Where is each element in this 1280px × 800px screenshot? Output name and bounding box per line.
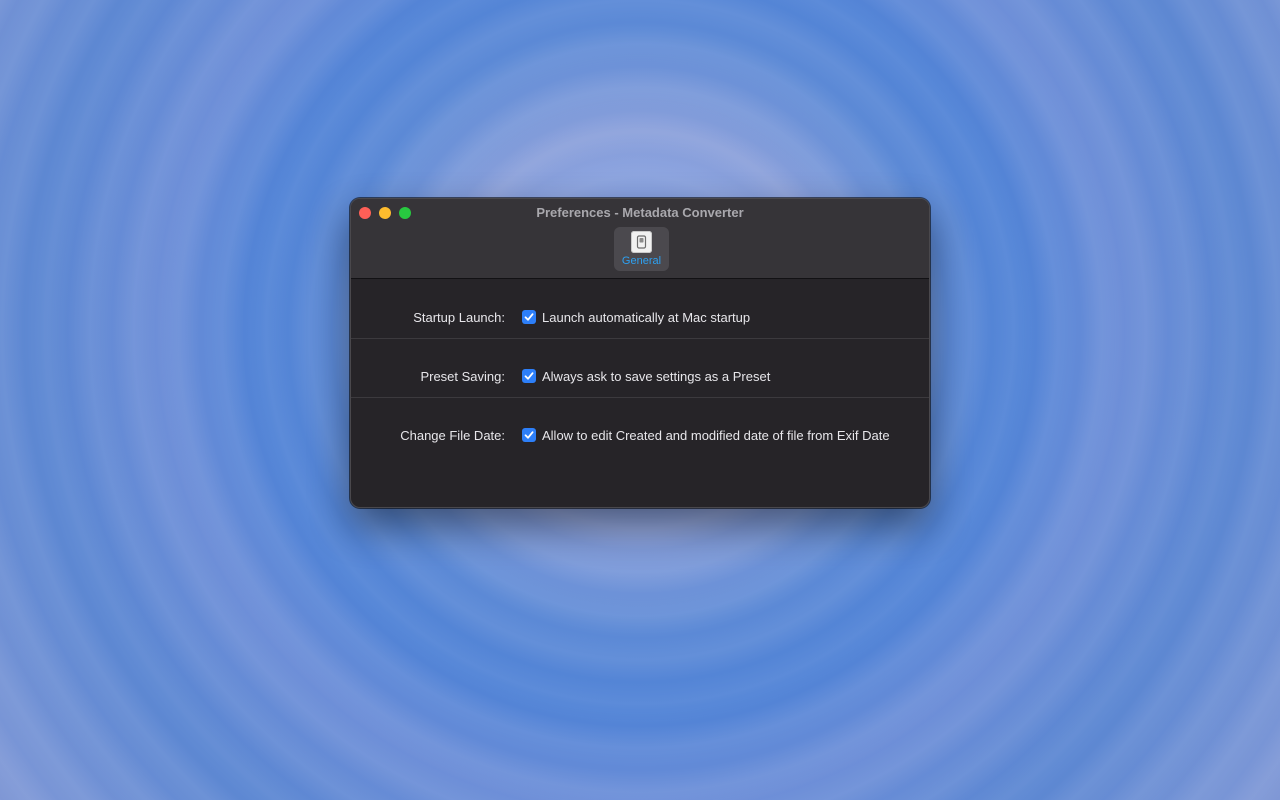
setting-row-change-file-date: Change File Date: Allow to edit Created … <box>351 398 929 457</box>
checkbox-label[interactable]: Launch automatically at Mac startup <box>542 309 750 327</box>
change-file-date-checkbox[interactable] <box>522 428 536 442</box>
preset-saving-checkbox[interactable] <box>522 369 536 383</box>
tab-general-label: General <box>621 255 662 267</box>
settings-panel: Startup Launch: Launch automatically at … <box>351 280 929 457</box>
setting-row-startup-launch: Startup Launch: Launch automatically at … <box>351 280 929 339</box>
setting-label: Startup Launch: <box>413 310 505 325</box>
setting-row-preset-saving: Preset Saving: Always ask to save settin… <box>351 339 929 398</box>
window-title: Preferences - Metadata Converter <box>536 205 744 220</box>
preferences-window: Preferences - Metadata Converter General… <box>350 198 930 508</box>
title-bar: Preferences - Metadata Converter General <box>351 199 929 279</box>
checkbox-label[interactable]: Allow to edit Created and modified date … <box>542 427 890 445</box>
checkmark-icon <box>524 431 534 439</box>
checkmark-icon <box>524 313 534 321</box>
startup-launch-checkbox[interactable] <box>522 310 536 324</box>
switch-icon <box>631 231 652 253</box>
checkmark-icon <box>524 372 534 380</box>
tab-general[interactable]: General <box>614 227 669 271</box>
setting-label: Change File Date: <box>400 428 505 443</box>
setting-label: Preset Saving: <box>420 369 505 384</box>
checkbox-label[interactable]: Always ask to save settings as a Preset <box>542 368 770 386</box>
